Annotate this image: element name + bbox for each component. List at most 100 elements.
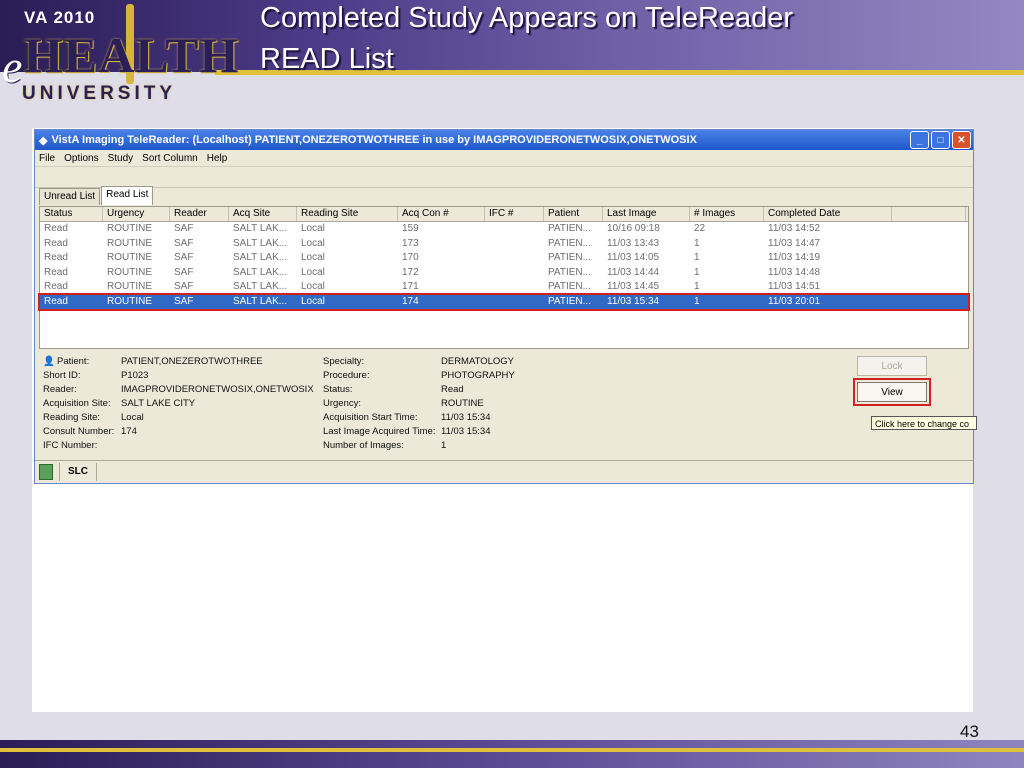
slide-footer-divider [0,748,1024,752]
app-icon: ◆ [39,134,48,147]
menu-options[interactable]: Options [64,153,98,164]
table-cell: ROUTINE [107,266,152,278]
close-icon[interactable]: ✕ [952,131,971,149]
table-cell: Local [301,237,325,249]
patient-icon: 👤 [43,356,55,367]
col-acq-site[interactable]: Acq Site [229,207,297,221]
logo-university-text: UNIVERSITY [22,83,177,104]
consult-value: 174 [121,426,137,437]
col-patient[interactable]: Patient [544,207,603,221]
table-cell: SAF [174,295,194,307]
maximize-icon[interactable]: □ [931,131,950,149]
table-row[interactable]: Read ROUTINE SAF SALT LAK... Local 174 PATIEN.… [38,292,970,311]
status-bar: SLC [35,460,973,483]
table-cell: Local [301,281,325,292]
table-row[interactable]: Read ROUTINE SAF SALT LAK... Local 159 PATIEN.… [40,222,968,237]
table-cell: 11/03 14:45 [607,281,660,292]
table-cell: SALT LAK... [233,281,288,292]
va-ehealth-university-logo: VA 2010 HEALTH e UNIVERSITY [0,0,238,108]
lastimg-value: 11/03 15:34 [441,426,491,437]
col-reader[interactable]: Reader [170,207,229,221]
table-body: Read ROUTINE SAF SALT LAK... Local 159 PATIEN.… [38,222,970,311]
col-reading-site[interactable]: Reading Site [297,207,398,221]
table-cell: 159 [402,223,419,234]
list-tabs: Unread List Read List [39,186,154,205]
menu-sort-column[interactable]: Sort Column [142,153,198,164]
table-cell [485,295,544,310]
procedure-value: PHOTOGRAPHY [441,370,515,381]
table-row[interactable]: Read ROUTINE SAF SALT LAK... Local 173 PATIEN.… [40,237,968,252]
table-header: Status Urgency Reader Acq Site Reading S… [40,207,968,222]
col-ifc[interactable]: IFC # [485,207,544,221]
window-controls: _ □ ✕ [910,131,971,149]
table-cell: 173 [402,237,419,249]
logo-va-text: VA 2010 [24,8,96,27]
col-acq-con[interactable]: Acq Con # [398,207,485,221]
numimg-label: Number of Images: [323,440,404,451]
readsite-value: Local [121,412,144,423]
toolbar-strip [35,167,973,188]
table-cell: SALT LAK... [233,295,288,307]
col-urgency[interactable]: Urgency [103,207,170,221]
table-cell: 11/03 14:48 [768,266,821,278]
table-cell: 11/03 15:34 [607,295,660,307]
table-cell: PATIEN... [548,252,591,263]
table-cell: 174 [402,295,419,307]
table-cell: Read [44,295,68,307]
table-cell: 11/03 14:19 [768,252,821,263]
acqsite-value: SALT LAKE CITY [121,398,196,409]
table-cell: 1 [694,281,700,292]
minimize-icon[interactable]: _ [910,131,929,149]
col-completed-date[interactable]: Completed Date [764,207,892,221]
study-details-panel: 👤 Patient: PATIENT,ONEZEROTWOTHREE Short… [39,352,977,458]
table-cell: 11/03 20:01 [768,295,821,307]
table-cell [485,251,544,266]
table-cell: ROUTINE [107,281,152,292]
procedure-label: Procedure: [323,370,370,381]
menu-help[interactable]: Help [207,153,228,164]
table-cell: Read [44,223,68,234]
numimg-value: 1 [441,440,447,451]
table-cell: SALT LAK... [233,266,288,278]
lock-button[interactable]: Lock [857,356,927,376]
read-list-table: Status Urgency Reader Acq Site Reading S… [38,206,970,349]
table-cell: SALT LAK... [233,252,288,263]
page-number: 43 [960,722,979,741]
ifc-label: IFC Number: [43,440,98,451]
col-status[interactable]: Status [40,207,103,221]
table-row[interactable]: Read ROUTINE SAF SALT LAK... Local 170 PATIEN.… [40,251,968,266]
table-cell: PATIEN... [548,223,591,234]
tab-read-list[interactable]: Read List [101,186,154,205]
table-cell: 172 [402,266,419,278]
slide-title: Completed Study Appears on TeleReader RE… [260,0,793,80]
col-last-image[interactable]: Last Image [603,207,690,221]
tab-unread-list[interactable]: Unread List [39,188,101,205]
table-cell: Local [301,252,325,263]
menu-file[interactable]: File [39,153,55,164]
table-cell: Read [44,281,68,292]
menu-study[interactable]: Study [108,153,134,164]
col-blank [892,207,966,221]
col-num-images[interactable]: # Images [690,207,764,221]
table-cell: Read [44,266,68,278]
table-cell [485,222,544,237]
readsite-label: Reading Site: [43,412,101,423]
table-cell: Local [301,223,325,234]
site-icon [39,464,53,480]
window-titlebar[interactable]: ◆ VistA Imaging TeleReader: (Localhost) … [35,130,973,150]
acqsite-label: Acquisition Site: [43,398,111,409]
table-cell [485,280,544,295]
reader-value: IMAGPROVIDERONETWOSIX,ONETWOSIX [121,384,314,395]
view-button[interactable]: View [853,378,931,406]
table-cell: 1 [694,237,700,249]
table-cell: 11/03 13:43 [607,237,660,249]
status-site: SLC [59,463,97,481]
view-tooltip: Click here to change co [871,416,977,430]
slide-title-line2: READ List [260,43,394,75]
table-cell: 170 [402,252,419,263]
table-cell: 11/03 14:05 [607,252,660,263]
table-cell: PATIEN... [548,281,591,292]
table-row[interactable]: Read ROUTINE SAF SALT LAK... Local 171 PATIEN.… [40,280,968,295]
window-title: VistA Imaging TeleReader: (Localhost) PA… [51,134,697,146]
table-row[interactable]: Read ROUTINE SAF SALT LAK... Local 172 PATIEN.… [40,266,968,281]
